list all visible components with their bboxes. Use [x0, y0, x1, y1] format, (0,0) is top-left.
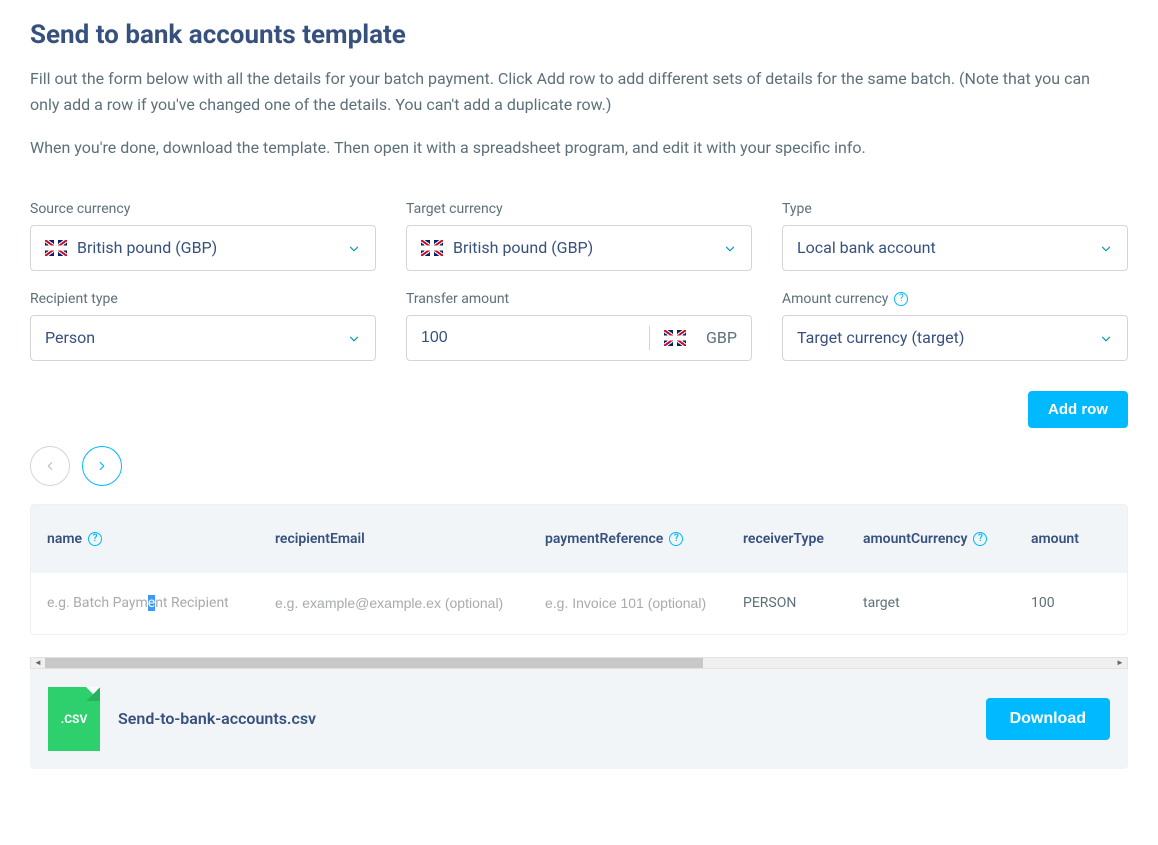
help-icon[interactable]: ? [973, 532, 987, 546]
add-row-wrap: Add row [30, 391, 1128, 428]
chevron-down-icon [1099, 241, 1113, 255]
recipient-type-field: Recipient type Person [30, 291, 376, 361]
th-recipient-email: recipientEmail [275, 531, 545, 547]
scroll-right-icon[interactable]: ► [1113, 658, 1127, 668]
source-currency-value: British pound (GBP) [77, 238, 347, 257]
name-input-placeholder: e.g. Batch Payment Recipient [47, 595, 229, 611]
pager [30, 446, 1128, 486]
csv-file-icon: .CSV [48, 687, 100, 751]
th-amount-currency-text: amountCurrency [863, 531, 967, 547]
recipient-type-value: Person [45, 328, 347, 347]
th-payment-reference: paymentReference ? [545, 531, 743, 547]
type-select[interactable]: Local bank account [782, 225, 1128, 271]
th-name-text: name [47, 531, 82, 547]
scroll-left-icon[interactable]: ◄ [31, 658, 45, 668]
download-button[interactable]: Download [986, 698, 1110, 740]
chevron-down-icon [347, 241, 361, 255]
page-title: Send to bank accounts template [30, 20, 1128, 50]
transfer-amount-label: Transfer amount [406, 291, 752, 307]
chevron-down-icon [1099, 331, 1113, 345]
scrollbar-thumb[interactable] [45, 658, 703, 668]
chevron-down-icon [723, 241, 737, 255]
form-grid: Source currency British pound (GBP) Targ… [30, 201, 1128, 361]
td-amount-currency: target [863, 595, 1031, 612]
amount-currency-select[interactable]: Target currency (target) [782, 315, 1128, 361]
chevron-left-icon [43, 459, 57, 473]
amount-currency-field: Amount currency ? Target currency (targe… [782, 291, 1128, 361]
amount-currency-value: Target currency (target) [797, 328, 1099, 347]
th-payment-reference-text: paymentReference [545, 531, 663, 547]
recipient-type-select[interactable]: Person [30, 315, 376, 361]
td-email[interactable] [275, 595, 545, 612]
td-name[interactable]: e.g. Batch Payment Recipient [47, 595, 275, 612]
gb-flag-icon [664, 330, 686, 346]
target-currency-field: Target currency British pound (GBP) [406, 201, 752, 271]
type-value: Local bank account [797, 238, 1099, 257]
pager-next-button[interactable] [82, 446, 122, 486]
pager-prev-button [30, 446, 70, 486]
chevron-down-icon [347, 331, 361, 345]
transfer-amount-currency: GBP [706, 328, 737, 347]
table-header: name ? recipientEmail paymentReference ?… [31, 505, 1127, 573]
source-currency-field: Source currency British pound (GBP) [30, 201, 376, 271]
target-currency-value: British pound (GBP) [453, 238, 723, 257]
divider [649, 326, 650, 350]
recipient-type-label: Recipient type [30, 291, 376, 307]
transfer-amount-input[interactable] [421, 329, 635, 347]
recipient-email-input[interactable] [275, 595, 545, 611]
help-icon[interactable]: ? [894, 292, 908, 306]
source-currency-label: Source currency [30, 201, 376, 217]
td-amount: 100 [1031, 595, 1111, 612]
help-icon[interactable]: ? [669, 532, 683, 546]
amount-currency-label-text: Amount currency [782, 291, 888, 307]
target-currency-select[interactable]: British pound (GBP) [406, 225, 752, 271]
chevron-right-icon [95, 459, 109, 473]
table-row: e.g. Batch Payment Recipient PERSON targ… [31, 573, 1127, 634]
data-table: name ? recipientEmail paymentReference ?… [30, 504, 1128, 635]
download-bar: .CSV Send-to-bank-accounts.csv Download [30, 669, 1128, 769]
transfer-amount-control: GBP [406, 315, 752, 361]
td-reference[interactable] [545, 595, 743, 612]
help-icon[interactable]: ? [88, 532, 102, 546]
th-receiver-type: receiverType [743, 531, 863, 547]
gb-flag-icon [421, 240, 443, 256]
add-row-button[interactable]: Add row [1028, 391, 1128, 428]
th-name: name ? [47, 531, 275, 547]
type-field: Type Local bank account [782, 201, 1128, 271]
filename: Send-to-bank-accounts.csv [118, 709, 986, 728]
page-desc-2: When you're done, download the template.… [30, 135, 1110, 161]
payment-reference-input[interactable] [545, 595, 743, 611]
th-amount-currency: amountCurrency ? [863, 531, 1031, 547]
amount-currency-label: Amount currency ? [782, 291, 1128, 307]
type-label: Type [782, 201, 1128, 217]
target-currency-label: Target currency [406, 201, 752, 217]
source-currency-select[interactable]: British pound (GBP) [30, 225, 376, 271]
gb-flag-icon [45, 240, 67, 256]
horizontal-scrollbar[interactable]: ◄ ► [30, 657, 1128, 669]
th-amount: amount [1031, 531, 1111, 547]
transfer-amount-field: Transfer amount GBP [406, 291, 752, 361]
page-desc-1: Fill out the form below with all the det… [30, 66, 1110, 117]
td-receiver-type: PERSON [743, 595, 863, 612]
